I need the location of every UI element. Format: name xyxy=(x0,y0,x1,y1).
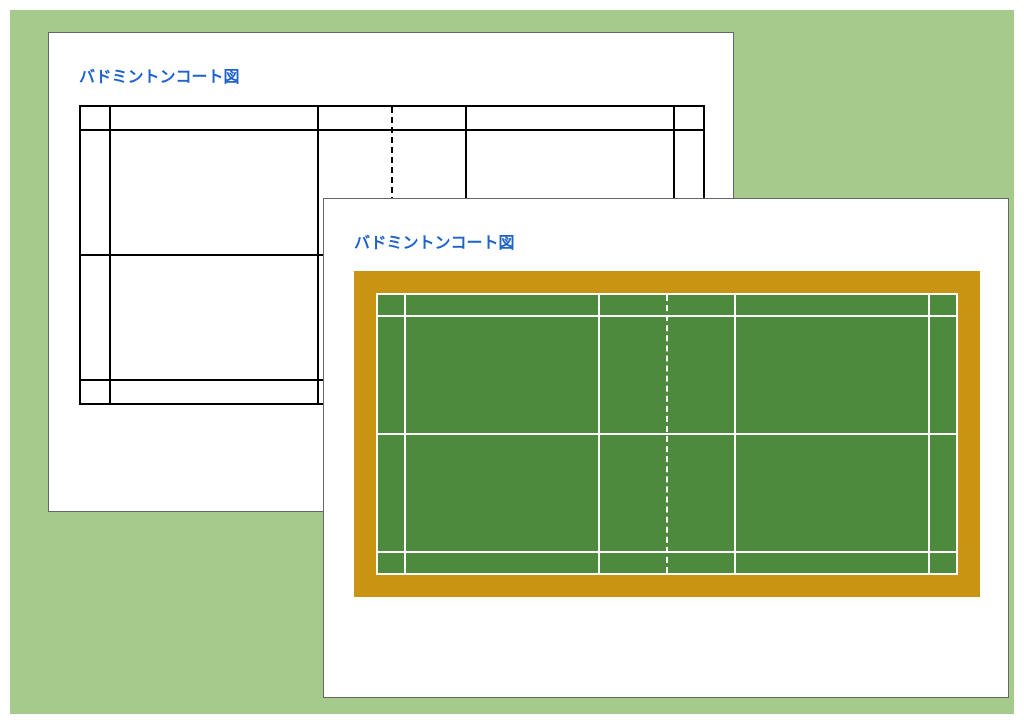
panel-title: バドミントンコート図 xyxy=(79,63,703,87)
panel-title: バドミントンコート図 xyxy=(354,229,978,253)
stage: バドミントンコート図 バドミントンコート図 xyxy=(10,10,1014,714)
short-service-line-right xyxy=(734,295,736,573)
net-line xyxy=(666,295,668,573)
panel-colored: バドミントンコート図 xyxy=(323,198,1009,698)
long-service-line-right xyxy=(928,295,930,573)
short-service-line-left xyxy=(317,107,319,403)
long-service-line-left xyxy=(404,295,406,573)
short-service-line-left xyxy=(598,295,600,573)
long-service-line-left xyxy=(109,107,111,403)
court-surround xyxy=(354,271,980,597)
badminton-court-colored xyxy=(376,293,958,575)
